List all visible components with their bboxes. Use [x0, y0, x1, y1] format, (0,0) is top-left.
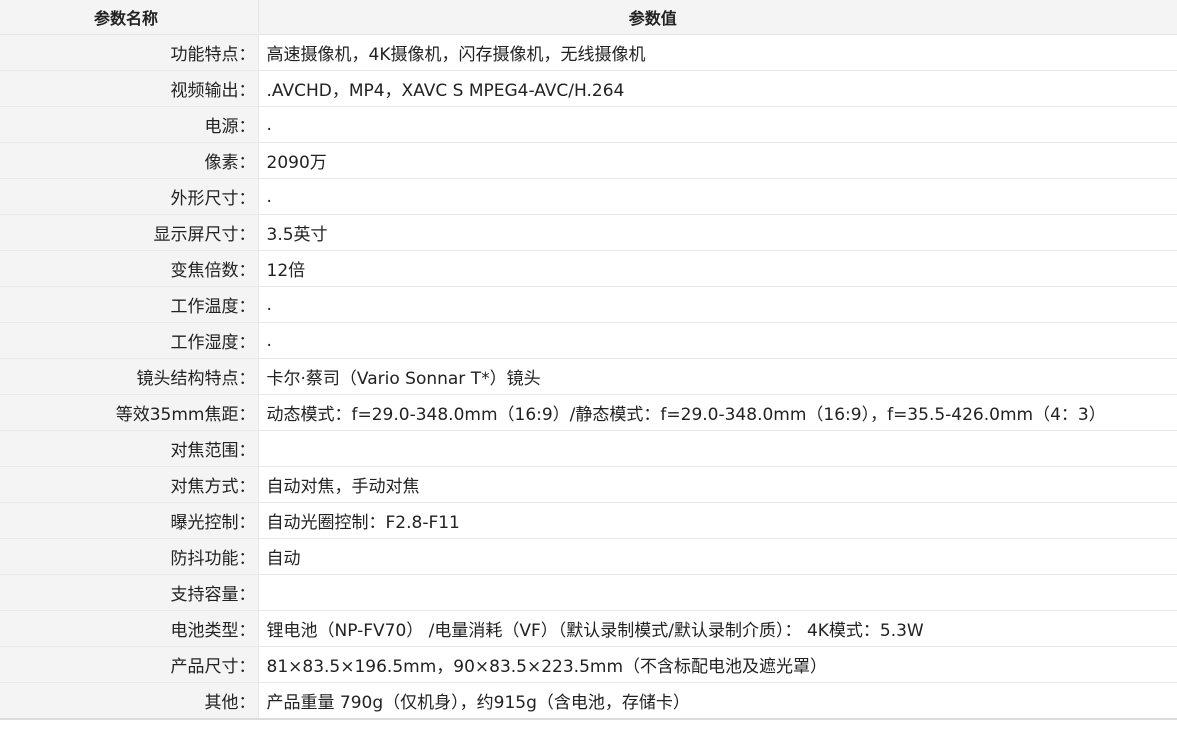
row-label: 电池类型：: [0, 610, 259, 647]
row-value: .AVCHD，MP4，XAVC S MPEG4-AVC/H.264: [258, 70, 1177, 107]
row-value: .: [258, 178, 1177, 215]
row-label: 防抖功能：: [0, 538, 259, 575]
row-label: 像素：: [0, 142, 259, 179]
row-value: 12倍: [258, 250, 1177, 287]
table-row: 对焦方式： 自动对焦，手动对焦: [0, 466, 1177, 503]
table-row: 电源： .: [0, 106, 1177, 143]
row-label: 工作温度：: [0, 286, 259, 323]
row-label: 对焦方式：: [0, 466, 259, 503]
table-row: 其他： 产品重量 790g（仅机身），约915g（含电池，存储卡）: [0, 682, 1177, 720]
table-row: 等效35mm焦距： 动态模式：f=29.0-348.0mm（16:9）/静态模式…: [0, 394, 1177, 431]
row-value: .: [258, 286, 1177, 323]
row-label: 镜头结构特点：: [0, 358, 259, 395]
row-label: 外形尺寸：: [0, 178, 259, 215]
table-row: 视频输出： .AVCHD，MP4，XAVC S MPEG4-AVC/H.264: [0, 70, 1177, 107]
row-label: 显示屏尺寸：: [0, 214, 259, 251]
table-row: 防抖功能： 自动: [0, 538, 1177, 575]
row-label: 对焦范围：: [0, 430, 259, 467]
row-value: 81×83.5×196.5mm，90×83.5×223.5mm（不含标配电池及遮…: [258, 646, 1177, 683]
table-row: 工作湿度： .: [0, 322, 1177, 359]
row-value: [258, 430, 1177, 467]
table-header-row: 参数名称 参数值: [0, 0, 1177, 35]
row-label: 产品尺寸：: [0, 646, 259, 683]
table-row: 功能特点： 高速摄像机，4K摄像机，闪存摄像机，无线摄像机: [0, 34, 1177, 71]
row-label: 支持容量：: [0, 574, 259, 611]
table-row: 曝光控制： 自动光圈控制：F2.8-F11: [0, 502, 1177, 539]
row-label: 功能特点：: [0, 34, 259, 71]
spec-table: 参数名称 参数值 功能特点： 高速摄像机，4K摄像机，闪存摄像机，无线摄像机 视…: [0, 0, 1177, 720]
row-value: 动态模式：f=29.0-348.0mm（16:9）/静态模式：f=29.0-34…: [258, 394, 1177, 431]
table-row: 电池类型： 锂电池（NP-FV70） /电量消耗（VF）（默认录制模式/默认录制…: [0, 610, 1177, 647]
row-label: 视频输出：: [0, 70, 259, 107]
table-row: 外形尺寸： .: [0, 178, 1177, 215]
row-value: 3.5英寸: [258, 214, 1177, 251]
table-row: 像素： 2090万: [0, 142, 1177, 179]
row-value: 自动光圈控制：F2.8-F11: [258, 502, 1177, 539]
table-row: 变焦倍数： 12倍: [0, 250, 1177, 287]
row-label: 曝光控制：: [0, 502, 259, 539]
table-row: 显示屏尺寸： 3.5英寸: [0, 214, 1177, 251]
row-value: [258, 574, 1177, 611]
column-header-value: 参数值: [258, 0, 1177, 35]
row-value: 锂电池（NP-FV70） /电量消耗（VF）（默认录制模式/默认录制介质）： 4…: [258, 610, 1177, 647]
row-label: 等效35mm焦距：: [0, 394, 259, 431]
row-value: 高速摄像机，4K摄像机，闪存摄像机，无线摄像机: [258, 34, 1177, 71]
row-label: 工作湿度：: [0, 322, 259, 359]
row-value: 产品重量 790g（仅机身），约915g（含电池，存储卡）: [258, 682, 1177, 720]
row-value: 2090万: [258, 142, 1177, 179]
column-header-name: 参数名称: [0, 0, 259, 35]
row-value: 自动对焦，手动对焦: [258, 466, 1177, 503]
row-value: .: [258, 106, 1177, 143]
table-row: 支持容量：: [0, 574, 1177, 611]
table-row: 对焦范围：: [0, 430, 1177, 467]
row-value: 卡尔·蔡司（Vario Sonnar T*）镜头: [258, 358, 1177, 395]
row-value: .: [258, 322, 1177, 359]
table-row: 镜头结构特点： 卡尔·蔡司（Vario Sonnar T*）镜头: [0, 358, 1177, 395]
row-value: 自动: [258, 538, 1177, 575]
row-label: 变焦倍数：: [0, 250, 259, 287]
row-label: 电源：: [0, 106, 259, 143]
table-row: 工作温度： .: [0, 286, 1177, 323]
row-label: 其他：: [0, 682, 259, 720]
table-row: 产品尺寸： 81×83.5×196.5mm，90×83.5×223.5mm（不含…: [0, 646, 1177, 683]
